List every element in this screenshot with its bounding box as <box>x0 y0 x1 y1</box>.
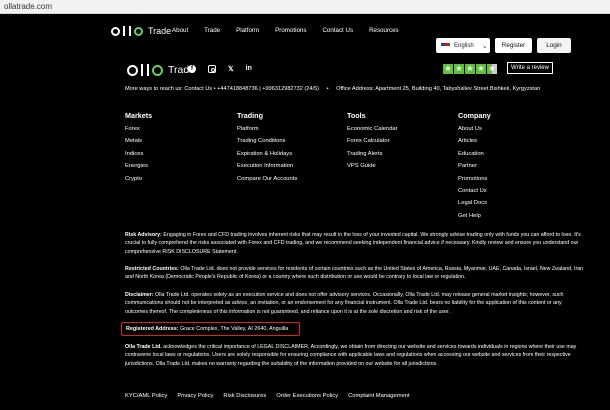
brand-logo[interactable]: Trade <box>111 26 171 36</box>
footer-link[interactable]: VPS Guide <box>347 163 398 175</box>
col-title: Company <box>458 111 491 120</box>
footer-link[interactable]: Get Help <box>458 213 491 225</box>
policy-link-privacy[interactable]: Privacy Policy <box>177 393 213 399</box>
footer-link[interactable]: Education <box>458 151 491 163</box>
footer-link[interactable]: About Us <box>458 126 491 138</box>
office-address: Office Address: Apartment 25, Building 4… <box>336 86 541 92</box>
company-text: acknowledges the critical importance of … <box>125 344 577 367</box>
disclaimer-title: Disclaimer: <box>125 292 154 298</box>
x-twitter-icon[interactable]: 𝕏 <box>228 65 234 73</box>
footer-brand-logo[interactable]: Trade <box>127 64 195 76</box>
instagram-icon[interactable] <box>208 65 216 73</box>
footer-link[interactable]: Platform <box>237 126 297 138</box>
policy-link-execution[interactable]: Order Executions Policy <box>276 393 338 399</box>
trustpilot-rating[interactable]: ★ ★ ★ ★ ★ <box>443 64 497 74</box>
logo-bar-icon <box>123 26 125 36</box>
risk-title: Risk Advisory: <box>125 232 162 238</box>
disclaimer-text: Olla Trade Ltd. operates solely as an ex… <box>125 292 564 315</box>
login-button[interactable]: Login <box>537 38 571 53</box>
footer-col-tools: Tools Economic Calendar Forex Calculator… <box>347 111 398 176</box>
company-legal: Olla Trade Ltd. acknowledges the critica… <box>125 343 585 368</box>
browser-url-bar[interactable]: ollatrade.com <box>0 0 610 14</box>
logo-bar-icon <box>129 26 131 36</box>
footer-link[interactable]: Crypto <box>125 176 152 188</box>
write-review-button[interactable]: Write a review <box>507 62 553 74</box>
half-star-icon: ★ <box>487 64 497 74</box>
footer-link[interactable]: Compare Our Accounts <box>237 176 297 188</box>
linkedin-icon[interactable]: in <box>246 65 252 73</box>
footer-link[interactable]: Trading Conditions <box>237 138 297 150</box>
risk-text: Engaging in Forex and CFD trading involv… <box>125 232 581 255</box>
nav-trade[interactable]: Trade <box>204 27 220 34</box>
footer-link[interactable]: Forex <box>125 126 152 138</box>
footer-link[interactable]: Trading Alerts <box>347 151 398 163</box>
contact-info: More ways to reach us: Contact Us • +447… <box>125 86 320 92</box>
registered-title: Registered Address: <box>126 326 179 332</box>
social-links: f 𝕏 in <box>188 65 252 73</box>
contact-line: More ways to reach us: Contact Us • +447… <box>125 86 540 92</box>
register-button[interactable]: Register <box>495 38 532 53</box>
footer-link[interactable]: Energies <box>125 163 152 175</box>
logo-bar-icon <box>141 64 143 76</box>
footer-link[interactable]: Legal Docs <box>458 200 491 212</box>
restricted-countries: Restricted Countries: Olla Trade Ltd. do… <box>125 265 585 282</box>
logo-a-icon <box>152 64 163 76</box>
nav-contact-us[interactable]: Contact Us <box>322 27 353 34</box>
star-icon: ★ <box>476 64 486 74</box>
footer-link[interactable]: Metals <box>125 138 152 150</box>
footer-col-markets: Markets Forex Metals Indices Energies Cr… <box>125 111 152 188</box>
nav-promotions[interactable]: Promotions <box>275 27 306 34</box>
url-text: ollatrade.com <box>4 2 53 11</box>
nav-platform[interactable]: Platform <box>236 27 259 34</box>
disclaimer: Disclaimer: Olla Trade Ltd. operates sol… <box>125 291 585 316</box>
language-label: English <box>454 42 474 49</box>
footer-col-trading: Trading Platform Trading Conditions Expi… <box>237 111 297 188</box>
restricted-title: Restricted Countries: <box>125 266 179 272</box>
col-title: Markets <box>125 111 153 120</box>
registered-text: Grace Complex, The Valley, AI 2640, Angu… <box>180 326 289 332</box>
policy-link-complaint[interactable]: Complaint Management <box>348 393 410 399</box>
footer-link[interactable]: Execution Information <box>237 163 297 175</box>
footer-link[interactable]: Forex Calculator <box>347 138 398 150</box>
company-title: Olla Trade Ltd. <box>125 344 162 350</box>
risk-advisory: Risk Advisory: Engaging in Forex and CFD… <box>125 231 585 256</box>
logo-bar-icon <box>147 64 149 76</box>
nav-about[interactable]: About <box>172 27 188 34</box>
footer-link[interactable]: Expiration & Holidays <box>237 151 297 163</box>
facebook-icon[interactable]: f <box>188 65 196 73</box>
footer-link[interactable]: Indices <box>125 151 152 163</box>
star-icon: ★ <box>465 64 475 74</box>
policy-link-kyc[interactable]: KYC/AML Policy <box>125 393 167 399</box>
policy-link-risk[interactable]: Risk Disclosures <box>223 393 266 399</box>
brand-name: Trade <box>148 26 172 36</box>
logo-o-icon <box>127 64 138 76</box>
star-icon: ★ <box>443 64 453 74</box>
nav-links: About Trade Platform Promotions Contact … <box>172 27 399 34</box>
footer-link[interactable]: Partner <box>458 163 491 175</box>
chevron-down-icon: ⌄ <box>481 42 488 50</box>
col-title: Tools <box>347 111 366 120</box>
star-icon: ★ <box>454 64 464 74</box>
separator-dot: • <box>326 86 329 92</box>
language-select[interactable]: English ⌄ <box>436 38 490 53</box>
logo-a-icon <box>134 26 143 36</box>
footer-link[interactable]: Articles <box>458 138 491 150</box>
nav-resources[interactable]: Resources <box>369 27 399 34</box>
logo-o-icon <box>111 26 120 36</box>
footer-link[interactable]: Contact Us <box>458 188 491 200</box>
registered-address-highlight: Registered Address: Grace Complex, The V… <box>121 322 300 336</box>
restricted-text: Olla Trade Ltd. does not provide service… <box>125 266 584 281</box>
footer-link[interactable]: Economic Calendar <box>347 126 398 138</box>
footer-col-company: Company About Us Articles Education Part… <box>458 111 491 225</box>
footer-link[interactable]: Promotions <box>458 176 491 188</box>
col-title: Trading <box>237 111 263 120</box>
us-flag-icon <box>441 42 450 49</box>
bottom-policy-links: KYC/AML Policy Privacy Policy Risk Discl… <box>125 393 410 399</box>
